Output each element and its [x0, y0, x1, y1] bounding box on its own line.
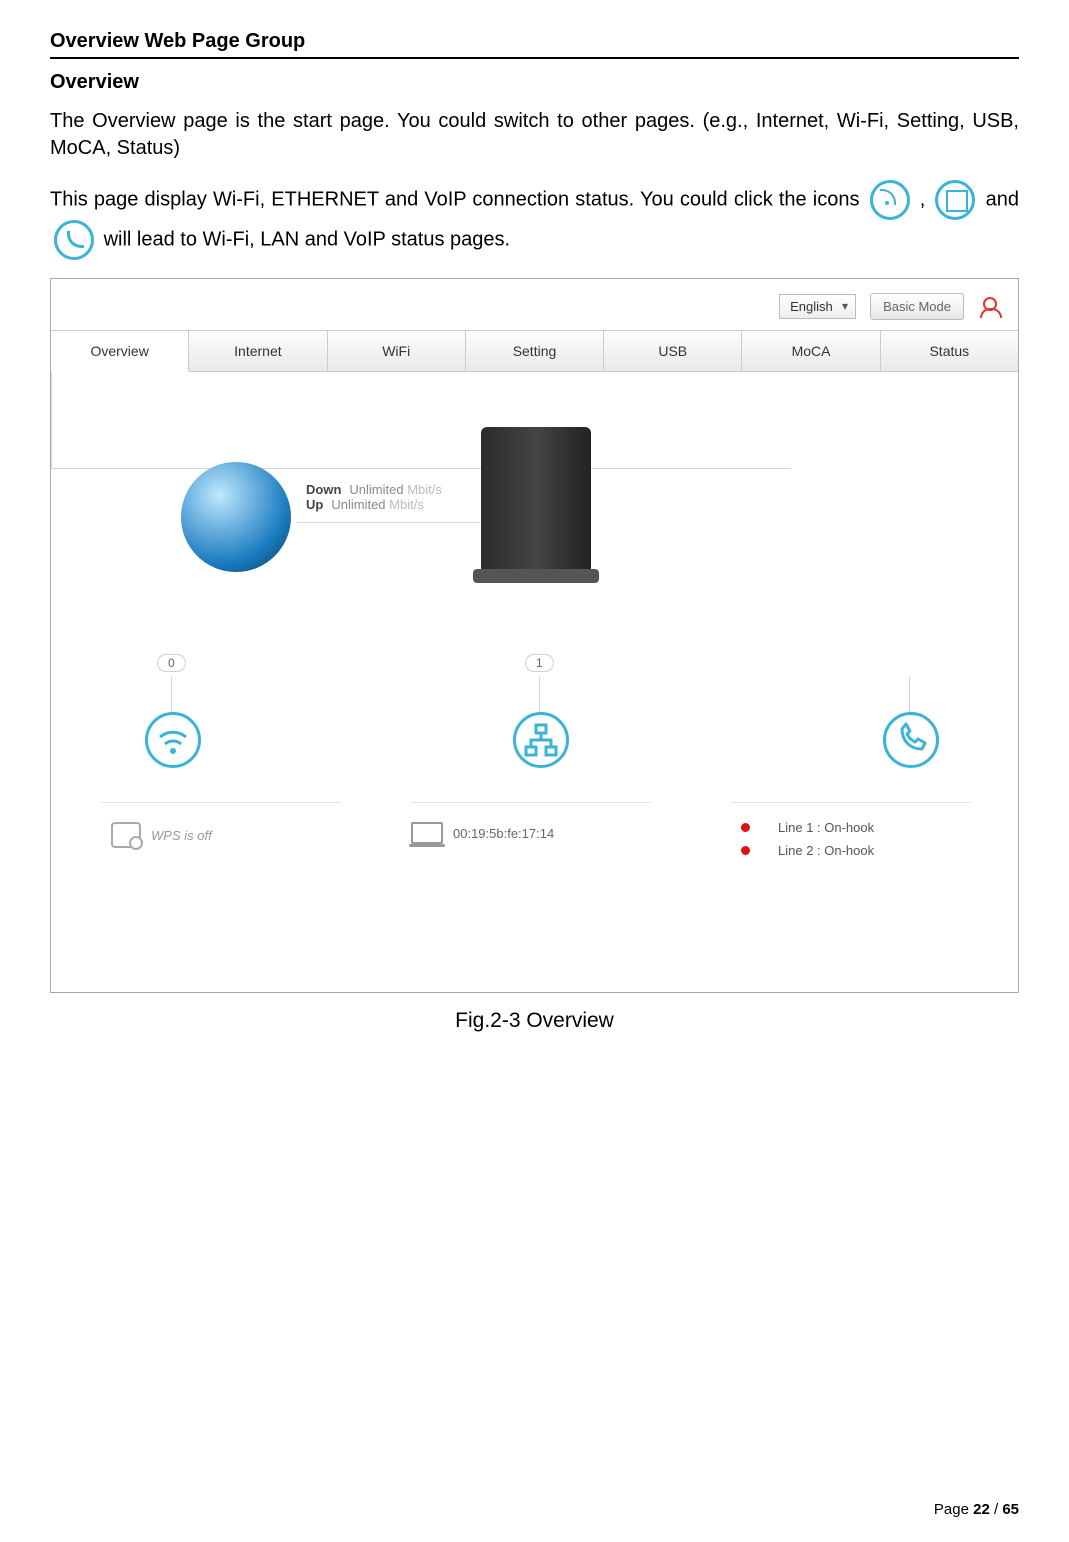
- paragraph-2: This page display Wi-Fi, ETHERNET and Vo…: [50, 180, 1019, 260]
- tab-bar: Overview Internet WiFi Setting USB MoCA …: [51, 330, 1018, 372]
- language-select[interactable]: English: [779, 294, 856, 319]
- page-footer: Page 22 / 65: [934, 1501, 1019, 1518]
- status-dot-icon: [741, 823, 750, 832]
- divider: [411, 802, 651, 803]
- up-label: Up: [306, 497, 323, 512]
- globe-icon: [181, 462, 291, 572]
- tab-wifi[interactable]: WiFi: [328, 331, 466, 371]
- figure-caption: Fig.2-3 Overview: [50, 1009, 1019, 1033]
- lan-client: 00:19:5b:fe:17:14: [411, 822, 554, 844]
- footer-sep: /: [990, 1501, 1003, 1518]
- up-unit: Mbit/s: [389, 497, 424, 512]
- tab-overview[interactable]: Overview: [51, 331, 189, 371]
- lan-client-count: 1: [525, 654, 554, 672]
- lan-icon: [935, 180, 975, 220]
- topology-canvas: DownUnlimited Mbit/s UpUnlimited Mbit/s …: [51, 372, 1018, 992]
- tab-setting[interactable]: Setting: [466, 331, 604, 371]
- connector-line: [539, 676, 540, 712]
- divider: [101, 802, 341, 803]
- footer-page-total: 65: [1002, 1501, 1019, 1518]
- divider: [731, 802, 971, 803]
- overview-screenshot: English Basic Mode Overview Internet WiF…: [50, 278, 1019, 993]
- paragraph-1: The Overview page is the start page. You…: [50, 108, 1019, 162]
- speed-readout: DownUnlimited Mbit/s UpUnlimited Mbit/s: [306, 482, 442, 512]
- down-value: Unlimited: [349, 482, 403, 497]
- section-title: Overview Web Page Group: [50, 30, 1019, 59]
- tab-internet[interactable]: Internet: [189, 331, 327, 371]
- basic-mode-button[interactable]: Basic Mode: [870, 293, 964, 320]
- wifi-icon[interactable]: [145, 712, 201, 768]
- status-dot-icon: [741, 846, 750, 855]
- router-icon: [481, 427, 591, 577]
- voip-line1: Line 1 : On-hook: [778, 820, 874, 835]
- tab-usb[interactable]: USB: [604, 331, 742, 371]
- lan-icon[interactable]: [513, 712, 569, 768]
- connector-line: [296, 522, 481, 523]
- para2-text-c: and: [986, 188, 1019, 210]
- voip-status: Line 1 : On-hook Line 2 : On-hook: [741, 812, 874, 866]
- wifi-icon: [870, 180, 910, 220]
- wps-icon: [111, 822, 141, 848]
- user-icon[interactable]: [978, 296, 1000, 318]
- tab-status[interactable]: Status: [881, 331, 1018, 371]
- down-unit: Mbit/s: [407, 482, 442, 497]
- connector-line: [909, 676, 910, 712]
- wifi-client-count: 0: [157, 654, 186, 672]
- connector-line: [51, 468, 791, 469]
- phone-icon: [54, 220, 94, 260]
- wps-status-text: WPS is off: [151, 828, 212, 843]
- wps-status: WPS is off: [111, 822, 212, 848]
- voip-line2: Line 2 : On-hook: [778, 843, 874, 858]
- para2-text-d: will lead to Wi-Fi, LAN and VoIP status …: [104, 228, 511, 250]
- top-bar: English Basic Mode: [51, 279, 1018, 330]
- tab-moca[interactable]: MoCA: [742, 331, 880, 371]
- footer-page-current: 22: [973, 1501, 990, 1518]
- laptop-icon: [411, 822, 443, 844]
- down-label: Down: [306, 482, 341, 497]
- mac-address: 00:19:5b:fe:17:14: [453, 826, 554, 841]
- para2-text-b: ,: [914, 188, 932, 210]
- connector-line: [171, 676, 172, 712]
- up-value: Unlimited: [331, 497, 385, 512]
- footer-prefix: Page: [934, 1501, 973, 1518]
- phone-icon[interactable]: [883, 712, 939, 768]
- subsection-title: Overview: [50, 71, 1019, 94]
- para2-text-a: This page display Wi-Fi, ETHERNET and Vo…: [50, 188, 866, 210]
- connector-line: [51, 372, 52, 468]
